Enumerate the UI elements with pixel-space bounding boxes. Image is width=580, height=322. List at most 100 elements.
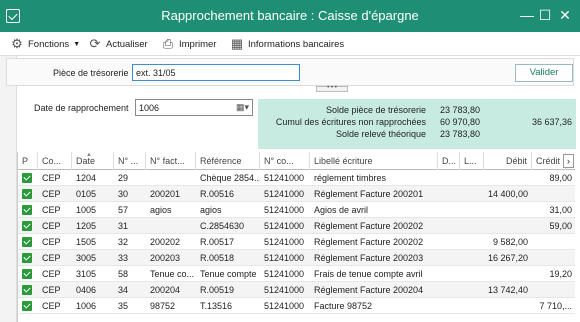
minimize-icon[interactable]: —	[518, 6, 536, 24]
fonctions-label: Fonctions	[28, 38, 70, 50]
header-credit[interactable]: Crédit	[532, 152, 566, 170]
table-row[interactable]: CEP 3105 58 Tenue co... Tenue compte 51241000…	[18, 266, 575, 282]
actualiser-button[interactable]: ⟳ Actualiser	[88, 36, 148, 52]
table-row[interactable]: CEP 0105 30 200201 R.00516 51241000 Réglement …	[18, 186, 575, 202]
cell-co: CEP	[42, 221, 61, 231]
gear-icon: ⚙	[11, 36, 23, 51]
cell-date: 3105	[76, 269, 97, 279]
toolbar: ⚙ Fonctions ▼ ⟳ Actualiser ⎙ Imprimer ▦ …	[0, 32, 580, 56]
left-gutter	[0, 56, 17, 322]
pointed-checkbox[interactable]	[22, 173, 32, 183]
pointed-checkbox[interactable]	[22, 221, 32, 231]
cell-credit: 89,00	[549, 173, 572, 183]
cell-ref: R.00516	[200, 189, 235, 199]
date-value: 1006	[139, 103, 160, 113]
cell-compte: 51241000	[264, 285, 305, 295]
cell-no: 29	[118, 173, 129, 183]
pointed-checkbox[interactable]	[22, 189, 32, 199]
cell-date: 0105	[76, 189, 97, 199]
header-numero[interactable]: N° ...	[114, 152, 146, 170]
table-row[interactable]: CEP 1006 35 98752 T.13516 51241000 Facture 987…	[18, 298, 575, 314]
cell-libelle: réglement timbres	[314, 173, 387, 183]
cell-compte: 51241000	[264, 237, 305, 247]
cell-libelle: Réglement Facture 200204	[314, 285, 424, 295]
maximize-icon[interactable]: ☐	[536, 6, 554, 24]
cell-credit	[532, 186, 575, 202]
date-input[interactable]: 1006 ▦▾	[135, 99, 253, 116]
cell-debit	[484, 266, 532, 282]
imprimer-button[interactable]: ⎙ Imprimer	[161, 36, 217, 52]
panel-splitter[interactable]: • • •	[316, 85, 348, 92]
cell-compte: 51241000	[264, 253, 305, 263]
cell-debit: 16 267,20	[487, 253, 528, 263]
informations-bancaires-label: Informations bancaires	[248, 38, 345, 50]
cell-compte: 51241000	[264, 205, 305, 215]
cell-credit	[532, 282, 575, 298]
close-icon[interactable]: ✕	[556, 6, 574, 24]
header-code[interactable]: Co...	[38, 152, 72, 170]
cell-co: CEP	[42, 189, 61, 199]
valider-button[interactable]: Valider	[515, 64, 573, 82]
fonctions-button[interactable]: ⚙ Fonctions ▼	[10, 36, 80, 52]
pointed-checkbox[interactable]	[22, 253, 32, 263]
cell-debit: 9 582,00	[492, 237, 528, 247]
pointed-checkbox[interactable]	[22, 301, 32, 311]
cell-libelle: Frais de tenue compte avril	[314, 269, 423, 279]
table-row[interactable]: CEP 1204 29 Chèque 2854... 51241000 réglement…	[18, 170, 575, 186]
header-debit[interactable]: Débit	[484, 152, 532, 170]
calendar-icon[interactable]: ▦▾	[236, 101, 249, 113]
caret-down-icon: ▼	[73, 40, 81, 48]
cell-ref: T.13516	[200, 301, 233, 311]
solde-piece-value: 23 783,80	[440, 105, 481, 115]
header-reference[interactable]: Référence	[196, 152, 260, 170]
cell-ref: R.00517	[200, 237, 235, 247]
ecritures-table: P Co... Date ▲ N° ... N° fact... Référenc…	[17, 152, 575, 322]
table-row[interactable]: CEP 1005 57 agios agios 51241000 Agios de avri…	[18, 202, 575, 218]
piece-form: Pièce de trésorerie ext. 31/05 Valider	[6, 58, 574, 86]
cell-fact: 200201	[150, 189, 181, 199]
table-row[interactable]: CEP 1505 32 200202 R.00517 51241000 Réglement …	[18, 234, 575, 250]
table-row[interactable]: CEP 1205 31 C.2854630 51241000 Réglement Fact…	[18, 218, 575, 234]
scroll-right-icon[interactable]: ›	[563, 154, 574, 168]
piece-input[interactable]: ext. 31/05	[132, 64, 300, 81]
pointed-checkbox[interactable]	[22, 285, 32, 295]
pointed-checkbox[interactable]	[22, 269, 32, 279]
header-compte[interactable]: N° co...	[260, 152, 310, 170]
header-date[interactable]: Date ▲	[72, 152, 114, 170]
title-bar: Rapprochement bancaire : Caisse d'épargn…	[0, 0, 580, 32]
cell-co: CEP	[42, 269, 61, 279]
cell-date: 1205	[76, 221, 97, 231]
header-libelle[interactable]: Libellé écriture	[310, 152, 438, 170]
table-row[interactable]: CEP 3005 33 200203 R.00518 51241000 Réglement …	[18, 250, 575, 266]
cell-no: 34	[118, 285, 129, 295]
cell-no: 33	[118, 253, 129, 263]
cell-compte: 51241000	[264, 189, 305, 199]
cell-libelle: Réglement Facture 200202	[314, 237, 424, 247]
table-row[interactable]: CEP 0406 34 200204 R.00519 51241000 Réglement …	[18, 282, 575, 298]
pointed-checkbox[interactable]	[22, 237, 32, 247]
imprimer-label: Imprimer	[179, 38, 217, 50]
header-d[interactable]: D...	[438, 152, 460, 170]
cell-debit: 13 742,40	[487, 285, 528, 295]
table-header: P Co... Date ▲ N° ... N° fact... Référenc…	[18, 152, 575, 170]
header-facture[interactable]: N° fact...	[146, 152, 196, 170]
header-p[interactable]: P	[18, 152, 38, 170]
cell-credit: 19,20	[549, 269, 572, 279]
cell-compte: 51241000	[264, 269, 305, 279]
cell-no: 57	[118, 205, 129, 215]
informations-bancaires-button[interactable]: ▦ Informations bancaires	[230, 36, 344, 52]
header-l[interactable]: L...	[460, 152, 484, 170]
cell-credit: 7 710,...	[539, 301, 572, 311]
bank-icon: ▦	[230, 36, 244, 51]
cell-libelle: Réglement Facture 200201	[314, 189, 424, 199]
cell-libelle: Réglement Facture 200203	[314, 253, 424, 263]
cell-debit	[484, 218, 532, 234]
cell-date: 1505	[76, 237, 97, 247]
cell-date: 1006	[76, 301, 97, 311]
cell-ref: C.2854630	[200, 221, 245, 231]
pointed-checkbox[interactable]	[22, 205, 32, 215]
cell-date: 0406	[76, 285, 97, 295]
summary-panel: Solde pièce de trésorerie 23 783,80 Cumu…	[258, 99, 576, 149]
cumul-value-2: 36 637,36	[531, 117, 572, 127]
cell-libelle: Facture 98752	[314, 301, 373, 311]
